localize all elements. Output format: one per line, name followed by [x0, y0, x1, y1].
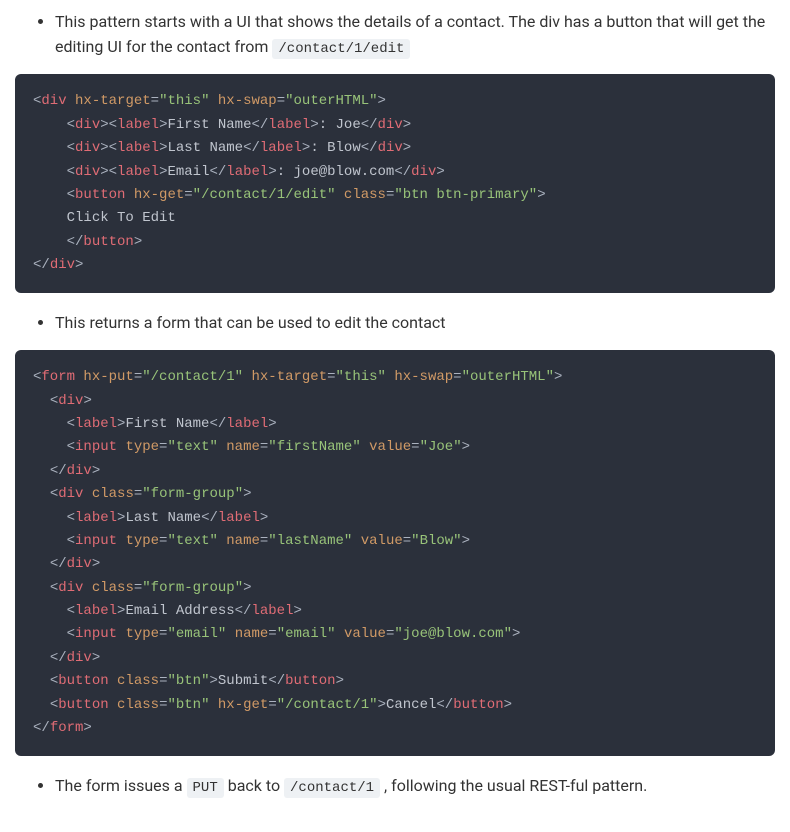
- document-body: This pattern starts with a UI that shows…: [0, 10, 790, 832]
- inline-code-path: /contact/1/edit: [272, 39, 410, 59]
- bullet-list-1: This pattern starts with a UI that shows…: [15, 10, 775, 60]
- bullet-2-text: This returns a form that can be used to …: [55, 313, 446, 332]
- bullet-list-2: This returns a form that can be used to …: [15, 311, 775, 336]
- code-block-2: <form hx-put="/contact/1" hx-target="thi…: [15, 350, 775, 756]
- bullet-1-text: This pattern starts with a UI that shows…: [55, 12, 765, 56]
- bullet-list-3: The form issues a PUT back to /contact/1…: [15, 774, 775, 800]
- code-block-1: <div hx-target="this" hx-swap="outerHTML…: [15, 74, 775, 293]
- bullet-3-mid: back to: [228, 776, 284, 795]
- bullet-3-post: , following the usual REST-ful pattern.: [384, 776, 647, 795]
- bullet-3-pre: The form issues a: [55, 776, 187, 795]
- bullet-2: This returns a form that can be used to …: [55, 311, 775, 336]
- bullet-3: The form issues a PUT back to /contact/1…: [55, 774, 775, 800]
- bullet-1: This pattern starts with a UI that shows…: [55, 10, 775, 60]
- inline-code-put: PUT: [187, 778, 224, 798]
- inline-code-contact-path: /contact/1: [284, 778, 380, 798]
